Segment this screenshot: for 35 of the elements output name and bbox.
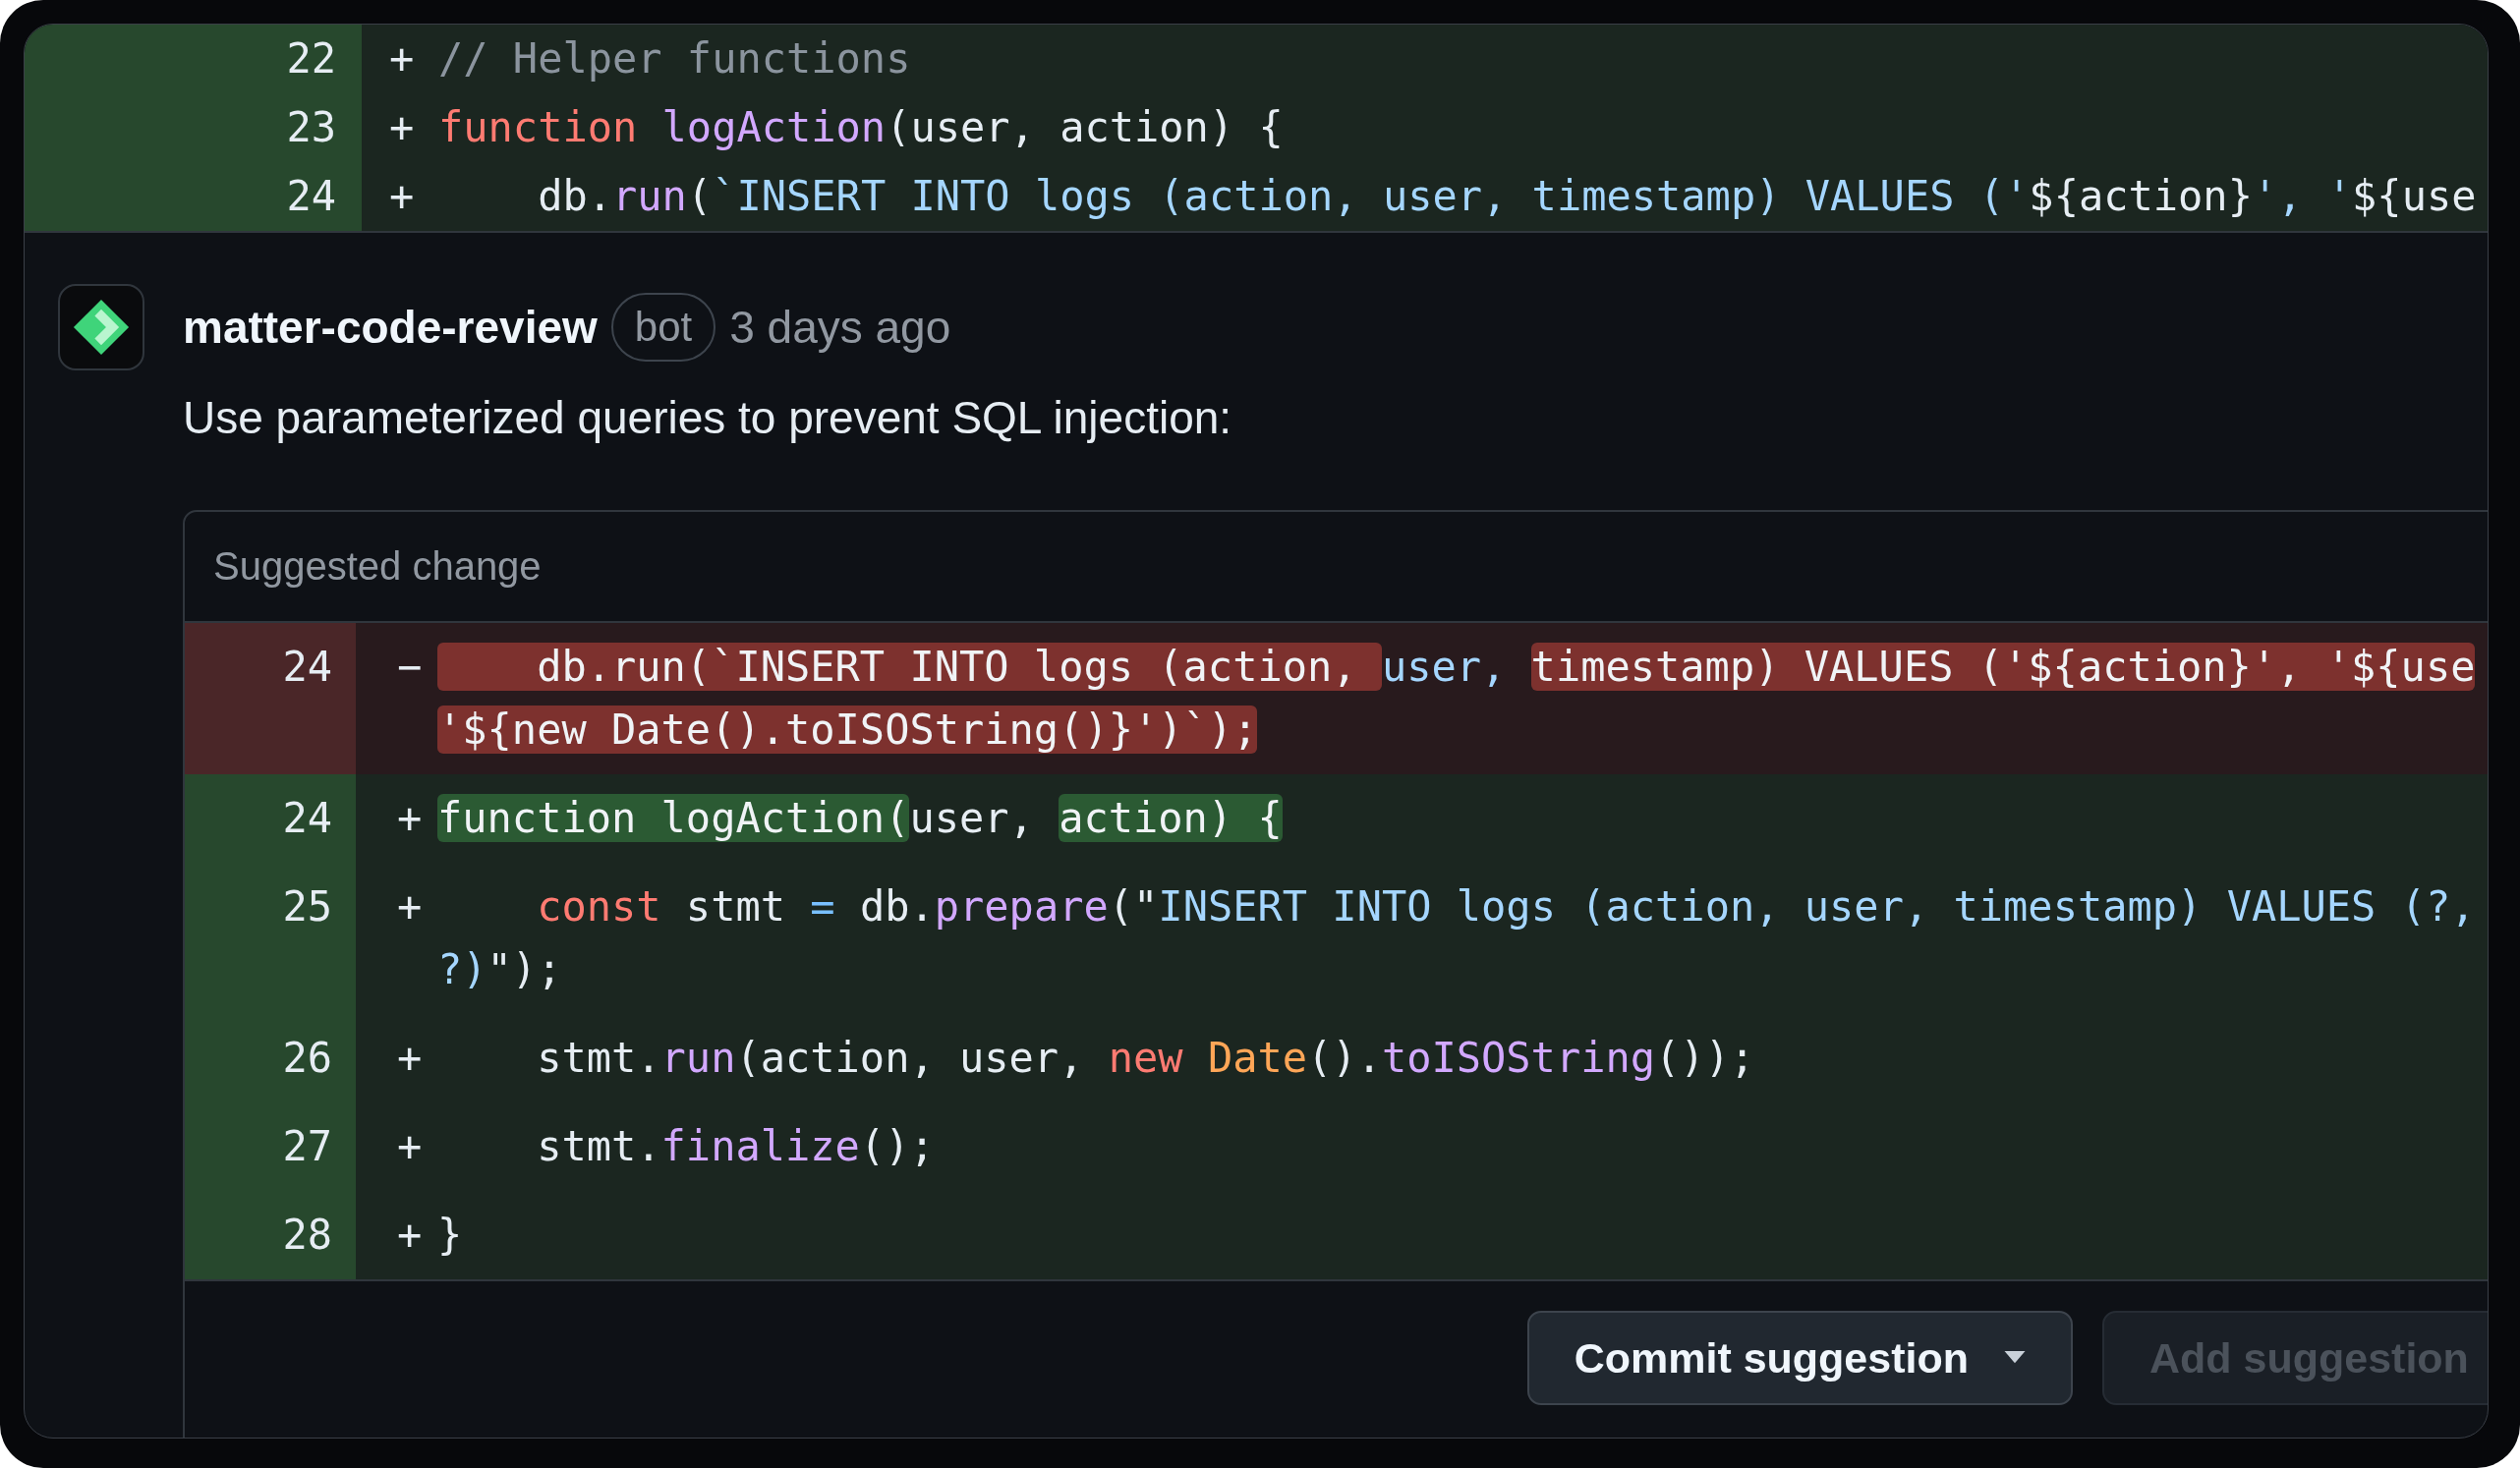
diff-sign: +	[396, 1210, 424, 1261]
code-line: const stmt = db.prepare("INSERT INTO logs (action, user, timestamp) VALUES (?,	[536, 881, 2476, 932]
line-number: 25	[282, 881, 332, 932]
code-line: function logAction(user, action) {	[438, 102, 1284, 153]
author-name[interactable]: matter-code-review	[183, 301, 598, 354]
code-line: function logAction(user, action) {	[437, 793, 1283, 844]
code-line: }	[437, 1210, 463, 1261]
line-number: 24	[286, 171, 336, 222]
avatar-icon	[58, 284, 144, 370]
timestamp[interactable]: 3 days ago	[729, 301, 951, 354]
diff-sign: −	[396, 642, 424, 693]
diff-sign: +	[388, 33, 416, 85]
line-number: 28	[282, 1210, 332, 1261]
line-number: 24	[282, 793, 332, 844]
diff-sign: +	[396, 881, 424, 932]
line-number: 22	[286, 33, 336, 85]
code-line: stmt.run(action, user, new Date().toISOString());	[536, 1033, 1755, 1084]
line-number: 27	[282, 1121, 332, 1172]
diff-sign: +	[388, 102, 416, 153]
diff-sign: +	[396, 793, 424, 844]
line-number: 26	[282, 1033, 332, 1084]
code-line: db.run(`INSERT INTO logs (action, user, timestamp) VALUES ('${action}', '${use	[537, 171, 2477, 222]
code-line: ?)");	[437, 944, 563, 995]
suggestion-title: Suggested change	[213, 544, 542, 589]
comment-text: Use parameterized queries to prevent SQL injection:	[183, 391, 1233, 445]
line-number: 24	[282, 642, 332, 693]
line-number: 23	[286, 102, 336, 153]
bot-label: bot	[610, 293, 716, 362]
commit-button[interactable]: Commit suggestion	[1526, 1311, 2073, 1405]
diff-sign: +	[388, 171, 416, 222]
code-line: // Helper functions	[438, 33, 911, 85]
code-line: db.run(`INSERT INTO logs (action, user, timestamp) VALUES ('${action}', '${use	[437, 636, 2476, 699]
diff-sign: +	[396, 1121, 424, 1172]
code-line: stmt.finalize();	[536, 1121, 935, 1172]
diff-sign: +	[396, 1033, 424, 1084]
